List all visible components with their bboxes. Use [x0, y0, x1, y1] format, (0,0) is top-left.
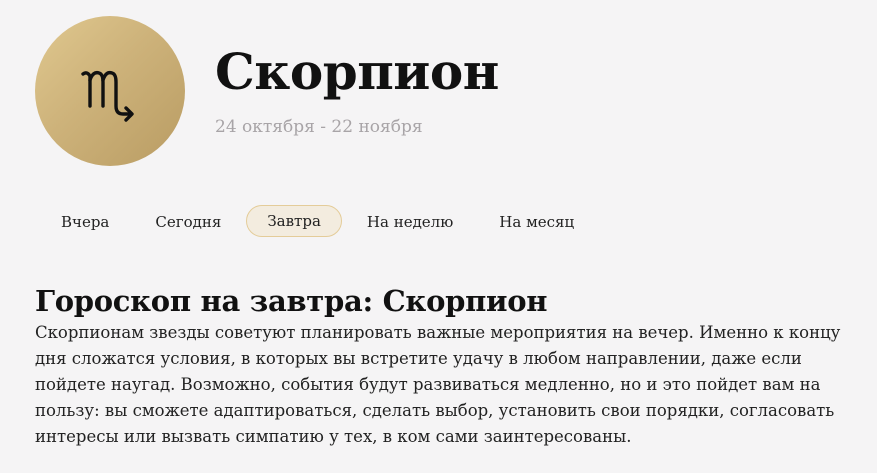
tab-week[interactable]: На неделю: [346, 205, 474, 237]
page-title: Скорпион: [215, 42, 499, 101]
date-range: 24 октября - 22 ноября: [215, 117, 423, 137]
tab-tomorrow[interactable]: Завтра: [246, 205, 342, 237]
article-heading: Гороскоп на завтра: Скорпион: [35, 284, 548, 318]
tab-month[interactable]: На месяц: [478, 205, 595, 237]
tab-today[interactable]: Сегодня: [134, 205, 242, 237]
title-block: Скорпион 24 октября - 22 ноября: [215, 40, 499, 138]
sign-emblem: [35, 16, 185, 166]
article-text: Скорпионам звезды советуют планировать в…: [35, 323, 841, 446]
sign-header: Скорпион 24 октября - 22 ноября: [35, 16, 499, 166]
horoscope-article: Гороскоп на завтра: Скорпион Скорпионам …: [35, 282, 850, 450]
period-tabs: Вчера Сегодня Завтра На неделю На месяц: [40, 205, 595, 237]
tab-yesterday[interactable]: Вчера: [40, 205, 130, 237]
scorpio-icon: [75, 56, 145, 126]
